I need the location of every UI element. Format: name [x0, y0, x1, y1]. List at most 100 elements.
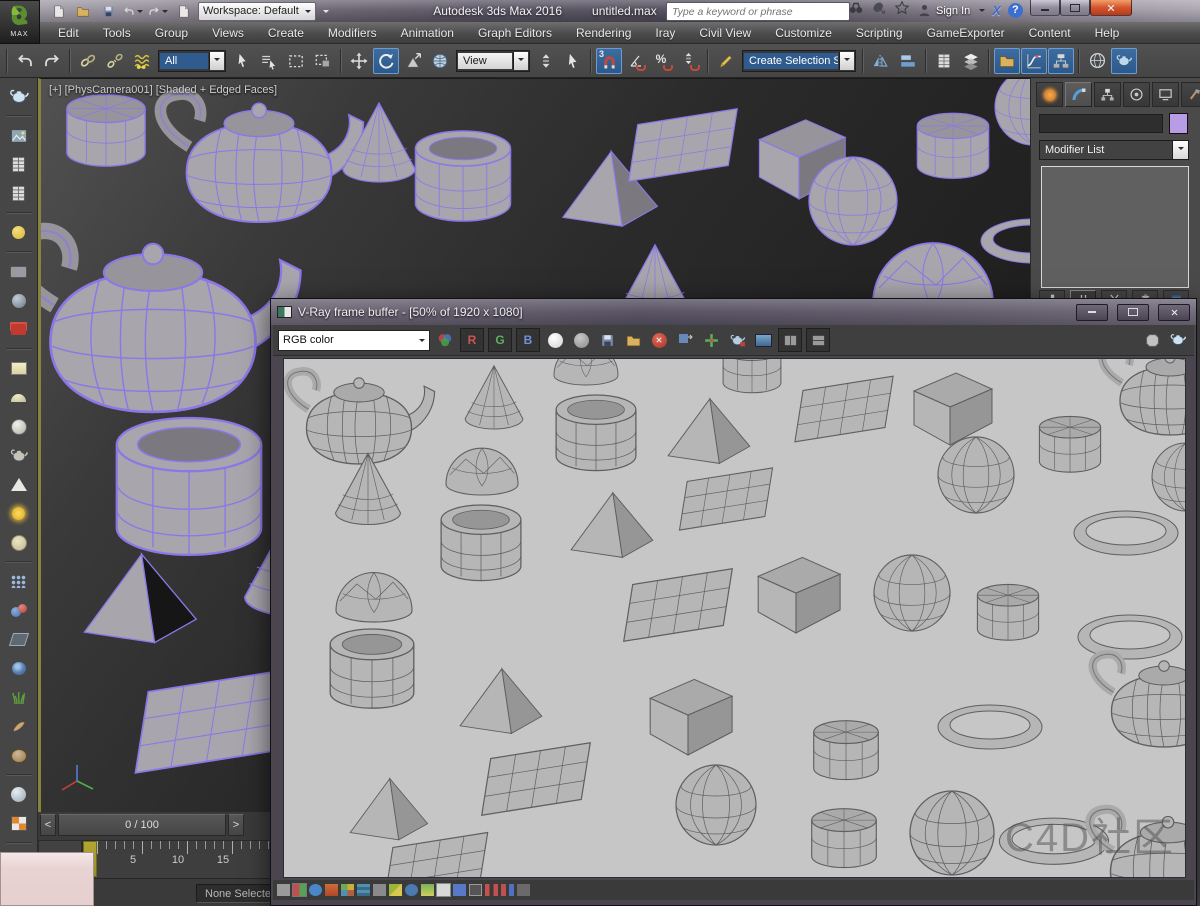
vray-physical-camera-button[interactable]: [6, 259, 32, 284]
teapot-primitive-button[interactable]: [6, 443, 32, 468]
vfb-rgb-channels-button[interactable]: [434, 329, 456, 351]
vfb-channel-dropdown[interactable]: RGB color: [278, 330, 430, 351]
angle-snap-button[interactable]: [623, 48, 649, 74]
open-file-button[interactable]: [73, 2, 93, 20]
tab-create[interactable]: [1036, 82, 1063, 107]
obj-cylinder[interactable]: [917, 113, 988, 178]
frame-display[interactable]: 0 / 100: [58, 814, 226, 836]
vfb-blue-channel-button[interactable]: B: [516, 328, 540, 352]
obj-sphere[interactable]: [809, 157, 897, 245]
vfb-footer-icon-5[interactable]: [341, 884, 354, 896]
tab-utilities[interactable]: [1181, 82, 1200, 107]
modifier-list-dropdown[interactable]: Modifier List: [1039, 140, 1189, 160]
render-setup-button[interactable]: [1111, 48, 1137, 74]
schematic-view-button[interactable]: [1048, 48, 1074, 74]
redo-button[interactable]: [39, 48, 65, 74]
vray-asset-editor-button[interactable]: [6, 181, 32, 206]
vfb-footer-icon-11[interactable]: [437, 884, 450, 896]
search-button[interactable]: [848, 0, 864, 21]
vfb-alpha-channel-button[interactable]: [544, 329, 566, 351]
window-crossing-button[interactable]: [310, 48, 336, 74]
favorites-button[interactable]: [894, 0, 910, 21]
obj-teapot[interactable]: [41, 231, 301, 412]
tab-hierarchy[interactable]: [1094, 82, 1121, 107]
select-object-button[interactable]: [229, 48, 255, 74]
vfb-monochrome-button[interactable]: [570, 329, 592, 351]
vray-film-camera-button[interactable]: [6, 317, 32, 342]
mirror-button[interactable]: [868, 48, 894, 74]
new-file-button[interactable]: [48, 2, 68, 20]
minimize-button[interactable]: [1030, 0, 1060, 16]
obj-plane[interactable]: [135, 669, 290, 773]
vray-sphere-light-button[interactable]: [6, 530, 32, 555]
menu-edit[interactable]: Edit: [46, 26, 91, 40]
obj-teapot[interactable]: [160, 94, 363, 222]
communication-center-button[interactable]: [871, 0, 887, 21]
menu-tools[interactable]: Tools: [91, 26, 143, 40]
vfb-stop-button[interactable]: [1141, 329, 1163, 351]
vfb-footer-icon-3[interactable]: [309, 884, 322, 896]
object-color-swatch[interactable]: [1169, 113, 1188, 134]
menu-rendering[interactable]: Rendering: [564, 26, 643, 40]
obj-cylinder[interactable]: [67, 95, 145, 166]
obj-plane[interactable]: [629, 109, 738, 181]
percent-snap-button[interactable]: %: [650, 48, 676, 74]
cone-primitive-button[interactable]: [6, 472, 32, 497]
select-and-rotate-button[interactable]: [373, 48, 399, 74]
obj-sphere[interactable]: [995, 79, 1030, 145]
vfb-region-render-button[interactable]: [726, 329, 748, 351]
obj-torus[interactable]: [981, 219, 1030, 263]
menu-iray[interactable]: Iray: [643, 26, 687, 40]
curve-editor-button[interactable]: [1021, 48, 1047, 74]
undo-button[interactable]: [12, 48, 38, 74]
redo-dropdown-caret[interactable]: [162, 10, 168, 16]
use-pivot-center-button[interactable]: [533, 48, 559, 74]
menu-scripting[interactable]: Scripting: [844, 26, 915, 40]
vfb-footer-icon-4[interactable]: [325, 884, 338, 896]
menu-graph-editors[interactable]: Graph Editors: [466, 26, 564, 40]
menu-civil-view[interactable]: Civil View: [687, 26, 763, 40]
max-logo-button[interactable]: MAX: [0, 0, 40, 44]
vfb-footer-icon-7[interactable]: [373, 884, 386, 896]
workspace-dropdown[interactable]: Workspace: Default: [198, 2, 316, 21]
select-by-name-button[interactable]: [256, 48, 282, 74]
tab-display[interactable]: [1152, 82, 1179, 107]
vfb-render-canvas[interactable]: C4D社区: [283, 358, 1186, 878]
save-file-button[interactable]: [98, 2, 118, 20]
obj-tube[interactable]: [416, 131, 511, 221]
selection-filter-dropdown[interactable]: All: [158, 50, 226, 72]
vfb-render-last-button[interactable]: [1167, 329, 1189, 351]
snaps-toggle-button[interactable]: 3: [596, 48, 622, 74]
vfb-load-image-button[interactable]: [622, 329, 644, 351]
workspace-menu-icon[interactable]: [323, 10, 329, 16]
vfb-track-mouse-button[interactable]: [700, 329, 722, 351]
search-input[interactable]: [666, 2, 850, 21]
obj-tube[interactable]: [117, 418, 261, 555]
vray-proxy-button[interactable]: [6, 598, 32, 623]
vray-material-button[interactable]: [6, 811, 32, 836]
menu-group[interactable]: Group: [143, 26, 200, 40]
vfb-footer-icon-12[interactable]: [453, 884, 466, 896]
maximize-button[interactable]: [1060, 0, 1090, 16]
vray-settings-button[interactable]: [6, 152, 32, 177]
maxscript-mini-listener[interactable]: [0, 852, 94, 906]
menu-gameexporter[interactable]: GameExporter: [915, 26, 1017, 40]
menu-animation[interactable]: Animation: [389, 26, 466, 40]
vfb-footer-icon-13[interactable]: [469, 884, 482, 896]
ribbon-toggle-button[interactable]: [994, 48, 1020, 74]
menu-content[interactable]: Content: [1017, 26, 1083, 40]
redo-quick-button[interactable]: [148, 2, 168, 20]
dome-primitive-button[interactable]: [6, 385, 32, 410]
project-folder-button[interactable]: [173, 2, 193, 20]
select-and-place-button[interactable]: [427, 48, 453, 74]
sign-in-button[interactable]: Sign In: [917, 3, 970, 18]
modifier-stack[interactable]: [1041, 166, 1189, 288]
vfb-link-buffer-button[interactable]: [752, 329, 774, 351]
spinner-snap-button[interactable]: [677, 48, 703, 74]
menu-create[interactable]: Create: [256, 26, 316, 40]
next-frame-button[interactable]: >: [228, 814, 244, 836]
menu-views[interactable]: Views: [200, 26, 256, 40]
vray-clipper-button[interactable]: [6, 627, 32, 652]
select-and-move-button[interactable]: [346, 48, 372, 74]
exchange-apps-icon[interactable]: X: [992, 3, 1001, 18]
